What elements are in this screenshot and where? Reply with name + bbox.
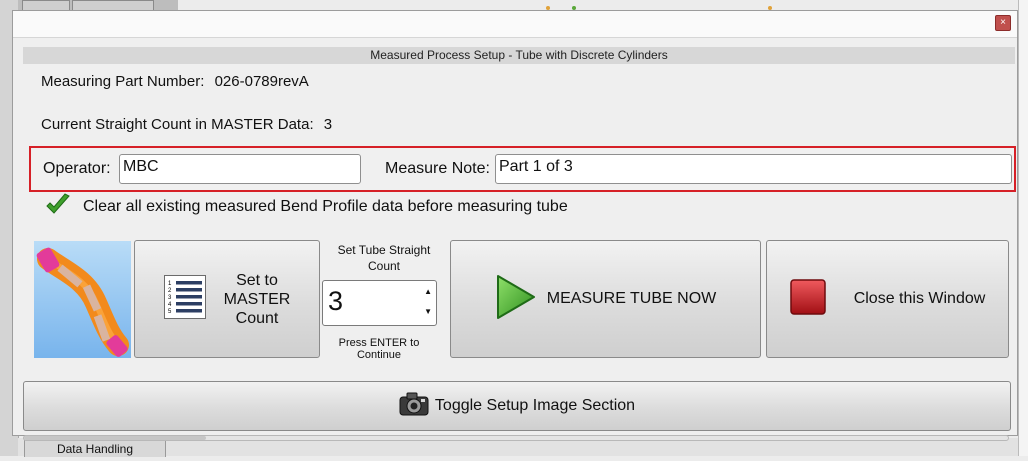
set-master-line-1: Set to xyxy=(236,271,278,289)
measure-note-label: Measure Note: xyxy=(385,160,490,177)
toggle-setup-image-section-label: Toggle Setup Image Section xyxy=(434,397,636,414)
clear-data-checkbox-label[interactable]: Clear all existing measured Bend Profile… xyxy=(83,198,568,216)
straight-count-row: Current Straight Count in MASTER Data: 3 xyxy=(41,116,332,133)
measure-tube-now-label: MEASURE TUBE NOW xyxy=(546,290,717,307)
set-to-master-count-label: Set to MASTER Count xyxy=(224,271,291,328)
horizontal-scrollbar[interactable] xyxy=(23,435,1009,441)
dialog-title-bar: × xyxy=(13,11,1017,38)
set-to-master-count-button[interactable]: 1 2 3 4 5 Set to MASTER Count xyxy=(134,240,320,358)
background-app-right-edge xyxy=(1018,0,1028,456)
set-master-line-3: Count xyxy=(235,309,279,327)
operator-note-group: Operator: MBC Measure Note: Part 1 of 3 xyxy=(29,146,1016,192)
close-this-window-label: Close this Window xyxy=(853,290,986,307)
measured-process-setup-dialog: × Measured Process Setup - Tube with Dis… xyxy=(12,10,1018,441)
spinner-down-icon[interactable]: ▼ xyxy=(424,307,432,316)
straight-count-label: Current Straight Count in MASTER Data: xyxy=(41,116,314,133)
toggle-setup-image-section-button[interactable]: Toggle Setup Image Section xyxy=(23,381,1011,431)
checkmark-icon[interactable] xyxy=(45,192,71,223)
play-icon xyxy=(495,273,537,326)
operator-label: Operator: xyxy=(43,160,111,177)
part-number-row: Measuring Part Number: 026-0789revA xyxy=(41,73,309,90)
stop-icon xyxy=(789,278,826,320)
camera-icon xyxy=(399,391,429,422)
measure-note-field[interactable]: Part 1 of 3 xyxy=(495,154,1012,184)
spinner-up-icon[interactable]: ▲ xyxy=(424,287,432,296)
operator-field[interactable]: MBC xyxy=(119,154,361,184)
scrollbar-thumb[interactable] xyxy=(24,436,206,440)
straight-count-value: 3 xyxy=(323,116,333,133)
set-tube-straight-count-label: Set Tube Straight Count xyxy=(337,243,431,273)
straight-count-spinner-value[interactable]: 3 xyxy=(328,286,343,317)
part-number-value: 026-0789revA xyxy=(214,73,309,90)
dialog-header: Measured Process Setup - Tube with Discr… xyxy=(23,47,1015,64)
set-master-line-2: MASTER xyxy=(223,290,291,308)
numbered-list-icon: 1 2 3 4 5 xyxy=(163,274,206,324)
measure-tube-now-button[interactable]: MEASURE TUBE NOW xyxy=(450,240,761,358)
press-enter-hint: Press ENTER to Continue xyxy=(338,337,420,361)
close-this-window-button[interactable]: Close this Window xyxy=(766,240,1009,358)
straight-count-spinner[interactable]: 3 ▲ ▼ xyxy=(322,280,437,326)
close-icon[interactable]: × xyxy=(995,15,1011,31)
part-number-label: Measuring Part Number: xyxy=(41,73,205,90)
clear-data-checkbox-row[interactable]: Clear all existing measured Bend Profile… xyxy=(45,192,568,223)
tube-preview-image xyxy=(34,241,131,358)
